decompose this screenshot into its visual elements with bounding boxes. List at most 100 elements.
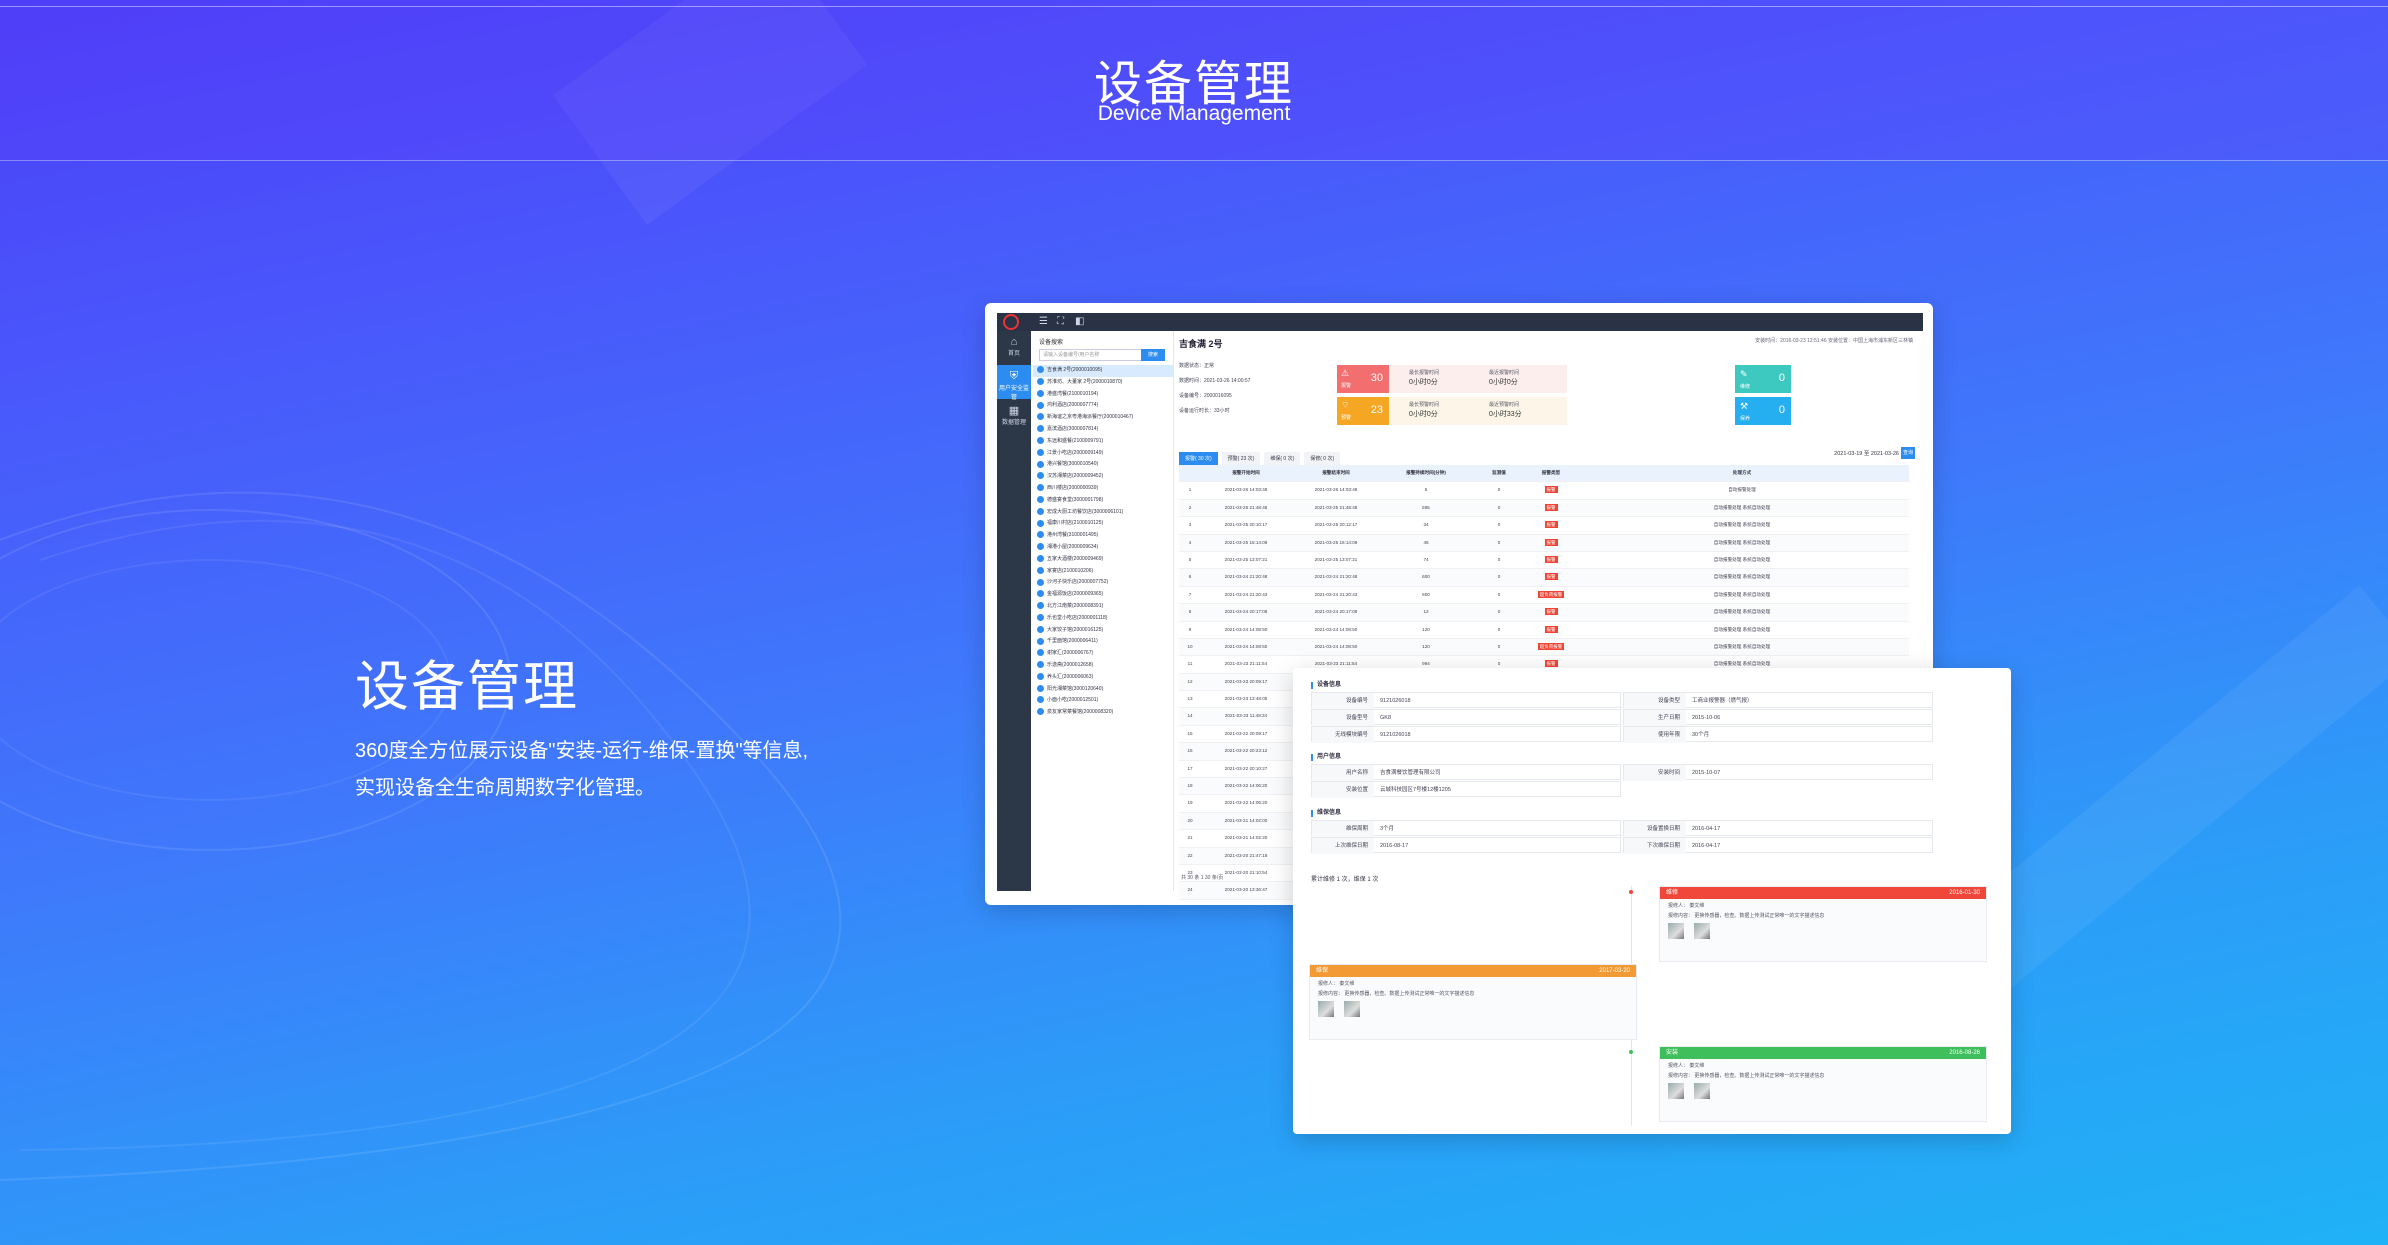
table-cell: 1 bbox=[1188, 487, 1192, 493]
table-cell: 12 bbox=[1423, 609, 1429, 615]
info-field: 安装位置 云城科技园区7号楼12楼1205 bbox=[1311, 781, 1621, 798]
tree-item[interactable]: 港盛湾餐(2100010194) bbox=[1033, 389, 1173, 401]
tree-item[interactable]: 新海谊之京粤港海派餐厅(2000010467) bbox=[1033, 412, 1173, 424]
tree-item[interactable]: 福康川村店(2100010125) bbox=[1033, 518, 1173, 530]
tree-item[interactable]: 鸿利酒店(2000007774) bbox=[1033, 400, 1173, 412]
tree-item[interactable]: 小面小吃(2000012501) bbox=[1033, 695, 1173, 707]
tree-item[interactable]: 宏成大厨工坊餐饮店(3000006101) bbox=[1033, 507, 1173, 519]
tree-item[interactable]: 养头汇(2000006063) bbox=[1033, 672, 1173, 684]
tree-item[interactable]: 嘉滨酒店(3000007814) bbox=[1033, 424, 1173, 436]
table-cell: 7 bbox=[1188, 591, 1192, 597]
timeline-card[interactable]: 维保 2017-03-20 报修人： 秦文维 报修内容： 更换传感器，检查。数据上传测… bbox=[1309, 964, 1637, 1040]
photo-thumbnail[interactable] bbox=[1694, 923, 1710, 939]
table-cell: 0 bbox=[1497, 609, 1501, 615]
table-cell: 2021-03-22 20:09:17 bbox=[1224, 730, 1268, 736]
sidebar-item-home[interactable]: ⌂ 首页 bbox=[997, 331, 1031, 365]
tab-service[interactable]: 维保( 0 次) bbox=[1264, 452, 1301, 466]
table-cell: 报警 bbox=[1544, 555, 1558, 563]
tab-repair[interactable]: 保修( 0 次) bbox=[1304, 452, 1341, 466]
photo-thumbnail[interactable] bbox=[1668, 923, 1684, 939]
table-cell: 600 bbox=[1422, 574, 1430, 580]
tree-item[interactable]: 江景小吃店(2000009149) bbox=[1033, 448, 1173, 460]
tree-item[interactable]: 苏淮坊、大董家 2号(2000010870) bbox=[1033, 377, 1173, 389]
device-icon bbox=[1037, 507, 1044, 515]
photo-thumbnail[interactable] bbox=[1318, 1001, 1334, 1017]
fullscreen-icon[interactable]: ⛶ bbox=[1057, 316, 1069, 327]
table-row[interactable]: 3 2021-03-25 20:10:17 2021-03-25 20:12:17 3… bbox=[1179, 517, 1909, 535]
table-cell: 0 bbox=[1497, 504, 1501, 510]
tree-item[interactable]: 泉友家常菜餐馆(2000008320) bbox=[1033, 707, 1173, 719]
timeline-card-header: 安装 2016-08-26 bbox=[1660, 1047, 1986, 1059]
tree-item[interactable]: 港州湾餐(3100001495) bbox=[1033, 530, 1173, 542]
tree-item[interactable]: 乐也堂小吃店(2000001118) bbox=[1033, 613, 1173, 625]
table-row[interactable]: 5 2021-03-25 13:07:21 2021-03-25 13:07:21 7… bbox=[1179, 552, 1909, 570]
photo-thumbnail[interactable] bbox=[1694, 1083, 1710, 1099]
table-row[interactable]: 4 2021-03-25 15:14:09 2021-03-25 15:14:09 4… bbox=[1179, 534, 1909, 552]
tab-warning[interactable]: 预警( 23 次) bbox=[1221, 452, 1261, 466]
photo-thumbnail[interactable] bbox=[1344, 1001, 1360, 1017]
tree-item[interactable]: 德盛宴食堂(3000001798) bbox=[1033, 495, 1173, 507]
date-range-picker[interactable]: 2021-03-19 至 2021-03-26 bbox=[1834, 449, 1899, 457]
tree-item[interactable]: 沙河子快乐店(2000007752) bbox=[1033, 577, 1173, 589]
tree-item[interactable]: 谢家汇(2000006767) bbox=[1033, 648, 1173, 660]
info-status: 数据状态：正常 bbox=[1179, 363, 1215, 369]
tree-item[interactable]: 北方江南菜(2000008391) bbox=[1033, 601, 1173, 613]
tree-item[interactable]: 港兴餐馆(3000010540) bbox=[1033, 459, 1173, 471]
tree-item[interactable]: 西川楼店(2000000939) bbox=[1033, 483, 1173, 495]
info-time: 数据时间：2021-03-26 14:00:57 bbox=[1179, 378, 1251, 384]
tree-item[interactable]: 大家饺子馆(2000016125) bbox=[1033, 625, 1173, 637]
tree-item[interactable]: 家宴店(2100010206) bbox=[1033, 566, 1173, 578]
table-row[interactable]: 6 2021-03-24 21:20:48 2021-03-24 21:20:48 6… bbox=[1179, 569, 1909, 587]
device-search-input[interactable]: 请输入设备编号/用户名称 bbox=[1039, 349, 1142, 361]
sidebar-item-data[interactable]: ▦ 数据管理 bbox=[997, 399, 1031, 433]
device-icon bbox=[1037, 519, 1044, 527]
tree-item[interactable]: 金福源饭店(2000009365) bbox=[1033, 589, 1173, 601]
alarm-stat-card: ⚠ 报警 30 最长报警时间 0小时0分 最近报警时间 0小时0分 bbox=[1337, 365, 1567, 393]
menu-icon[interactable]: ☰ bbox=[1039, 316, 1051, 327]
tree-item[interactable]: 湘港小屋(2000009634) bbox=[1033, 542, 1173, 554]
table-cell: 2021-03-20 21:47:18 bbox=[1224, 852, 1268, 858]
table-row[interactable]: 8 2021-03-24 20:17:08 2021-03-24 20:17:08 1… bbox=[1179, 604, 1909, 622]
table-cell: 2021-03-24 21:20:43 bbox=[1314, 591, 1358, 597]
tree-item[interactable]: 五家大酒楼(2000009469) bbox=[1033, 554, 1173, 566]
table-cell: 报警 bbox=[1544, 486, 1558, 494]
table-cell: 16 bbox=[1187, 748, 1193, 754]
device-icon bbox=[1037, 566, 1044, 574]
tree-item[interactable]: 汉苏湘菜店(2000009452) bbox=[1033, 471, 1173, 483]
table-cell: 2021-03-24 20:17:08 bbox=[1314, 609, 1358, 615]
timeline-card-header: 维修 2016-01-30 bbox=[1660, 887, 1986, 899]
timeline-person: 报修人： 秦文维 bbox=[1318, 981, 1355, 987]
table-row[interactable]: 10 2021-03-24 14:08:50 2021-03-24 14:08:50… bbox=[1179, 638, 1909, 657]
table-cell: 自动报警处理 系统自动处理 bbox=[1713, 539, 1771, 545]
tree-item[interactable]: 东远和盛餐(2100009791) bbox=[1033, 436, 1173, 448]
alarm-stat-box: ⚠ 报警 30 bbox=[1337, 365, 1389, 393]
sidebar-item-safety[interactable]: ⛨ 用户安全监管 bbox=[997, 365, 1031, 401]
table-row[interactable]: 1 2021-03-26 14:03:48 2021-03-26 14:03:48 5… bbox=[1179, 482, 1909, 500]
device-icon bbox=[1037, 484, 1044, 492]
table-row[interactable]: 2 2021-03-25 21:48:48 2021-03-25 21:48:48 5… bbox=[1179, 499, 1909, 518]
table-row[interactable]: 7 2021-03-24 21:20:43 2021-03-24 21:20:43 6… bbox=[1179, 587, 1909, 605]
table-cell: 报警 bbox=[1544, 608, 1558, 616]
table-pager[interactable]: 共 30 条 1 30 条/页 bbox=[1181, 874, 1223, 881]
device-search-button[interactable]: 搜索 bbox=[1141, 349, 1165, 361]
table-cell: 0 bbox=[1497, 643, 1501, 649]
timeline-dot bbox=[1629, 890, 1633, 894]
query-button[interactable]: 查询 bbox=[1901, 447, 1915, 459]
table-row[interactable]: 9 2021-03-24 14:08:50 2021-03-24 14:08:50 1… bbox=[1179, 622, 1909, 639]
photo-thumbnail[interactable] bbox=[1668, 1083, 1684, 1099]
tree-item[interactable]: 千里面馆(2000006411) bbox=[1033, 636, 1173, 648]
device-icon bbox=[1037, 661, 1044, 669]
feature-description: 360度全方位展示设备"安装-运行-维保-置换"等信息, 实现设备全生命周期数字… bbox=[355, 733, 808, 807]
tree-item[interactable]: 乐逸斋(2000012658) bbox=[1033, 660, 1173, 672]
timeline-card[interactable]: 维修 2016-01-30 报修人： 秦文维 报修内容： 更换传感器，检查。数据上传测… bbox=[1659, 886, 1987, 962]
timeline-note: 报修内容： 更换传感器，检查。数据上传测试正常唯一的文字描述信息 bbox=[1668, 1073, 1825, 1079]
table-cell: 120 bbox=[1422, 643, 1430, 649]
tab-alarm[interactable]: 报警( 30 次) bbox=[1179, 452, 1218, 466]
table-cell: 自动报警处理 系统自动处理 bbox=[1713, 522, 1771, 528]
collapse-icon[interactable]: ◧ bbox=[1075, 316, 1087, 327]
tree-item[interactable]: 吉食满 2号(2000010095) bbox=[1033, 365, 1173, 377]
service-stat-card: ⚒ 保养 0 bbox=[1735, 397, 1791, 425]
timeline-card[interactable]: 安装 2016-08-26 报修人： 秦文维 报修内容： 更换传感器，检查。数据上传测… bbox=[1659, 1046, 1987, 1122]
info-field: 生产日期 2015-10-06 bbox=[1623, 709, 1933, 726]
tree-item[interactable]: 阳光湘菜馆(3000120640) bbox=[1033, 684, 1173, 696]
